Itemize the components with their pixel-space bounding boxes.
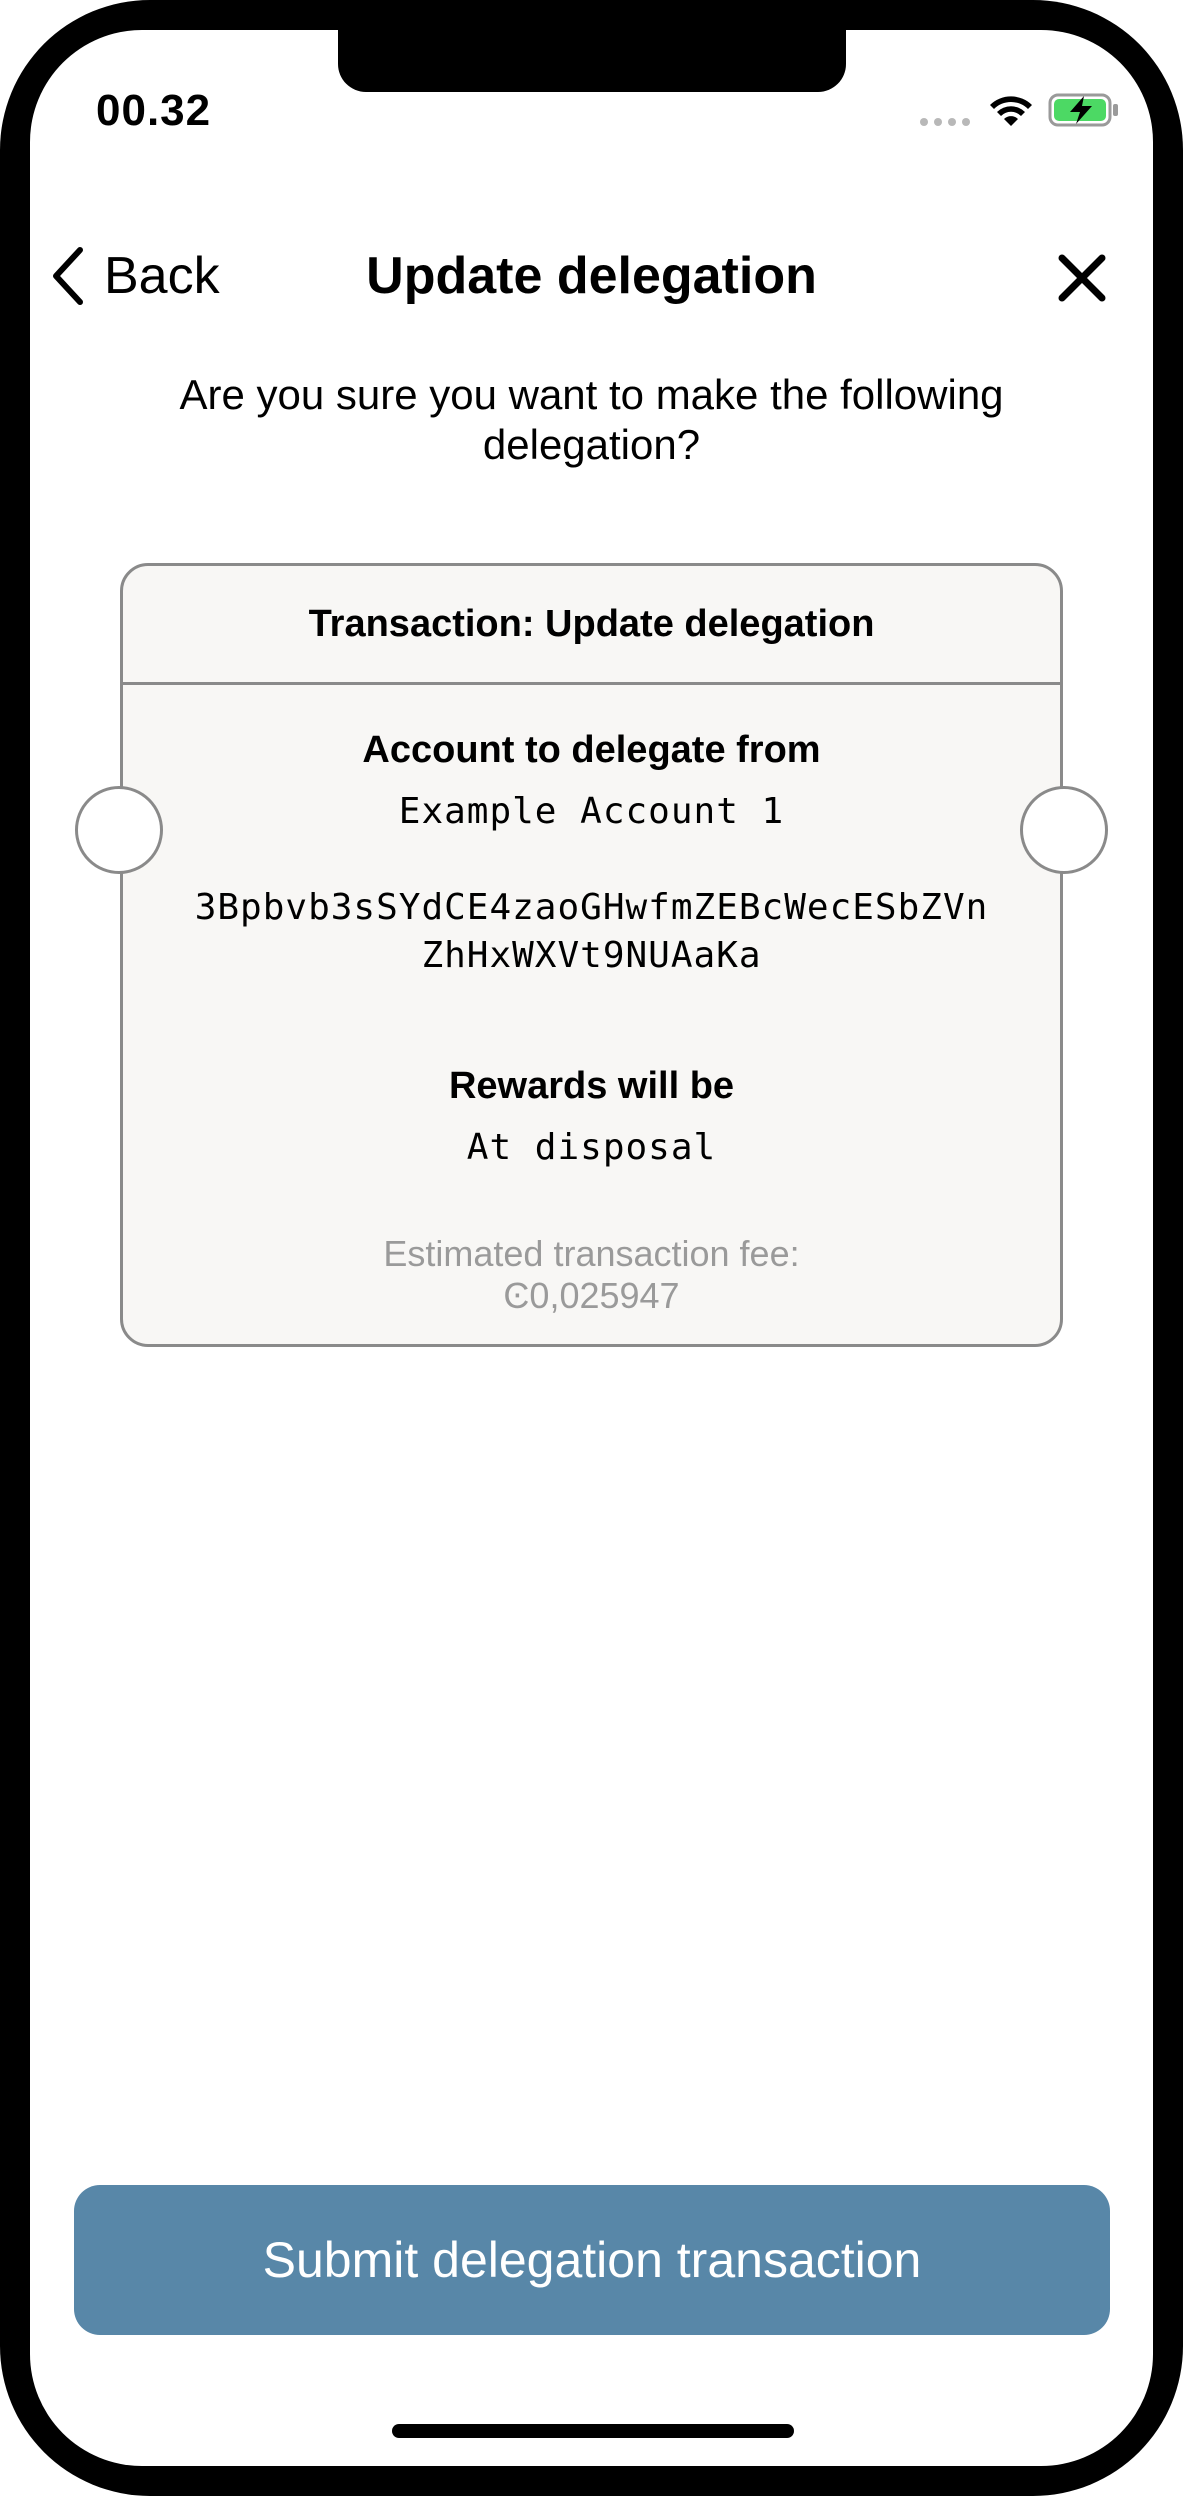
wifi-icon: [990, 96, 1032, 126]
account-name: Example Account 1: [398, 791, 785, 832]
close-button[interactable]: [1054, 250, 1110, 306]
close-icon: [1058, 254, 1106, 302]
confirmation-question: Are you sure you want to make the follow…: [179, 371, 1004, 468]
fee-label: Estimated transaction fee:: [383, 1233, 800, 1274]
navigation-bar: Back Update delegation: [30, 220, 1153, 332]
status-time: 00.32: [96, 86, 212, 135]
cellular-signal-icon: [920, 118, 970, 126]
rewards-value: At disposal: [466, 1127, 717, 1168]
transaction-card: Transaction: Update delegation Account t…: [75, 563, 1108, 1347]
submit-delegation-button[interactable]: Submit delegation transaction: [74, 2185, 1110, 2335]
account-address-line-2: ZhHxWXVt9NUAaKa: [421, 935, 762, 976]
account-address-line-1: 3Bpbvb3sSYdCE4zaoGHwfmZEBcWecESbZVn: [194, 887, 989, 928]
notch: [338, 30, 846, 92]
fee-value: Ͼ0,025947: [503, 1275, 680, 1316]
screen: 00.32 Back Update delegation Are you sur…: [30, 30, 1153, 2466]
battery-charging-icon: [1048, 93, 1118, 127]
transaction-header: Transaction: Update delegation: [123, 566, 1060, 685]
rewards-label: Rewards will be: [448, 1065, 735, 1107]
home-indicator: [392, 2424, 794, 2438]
page-title: Update delegation: [366, 247, 817, 305]
account-label: Account to delegate from: [362, 729, 821, 771]
